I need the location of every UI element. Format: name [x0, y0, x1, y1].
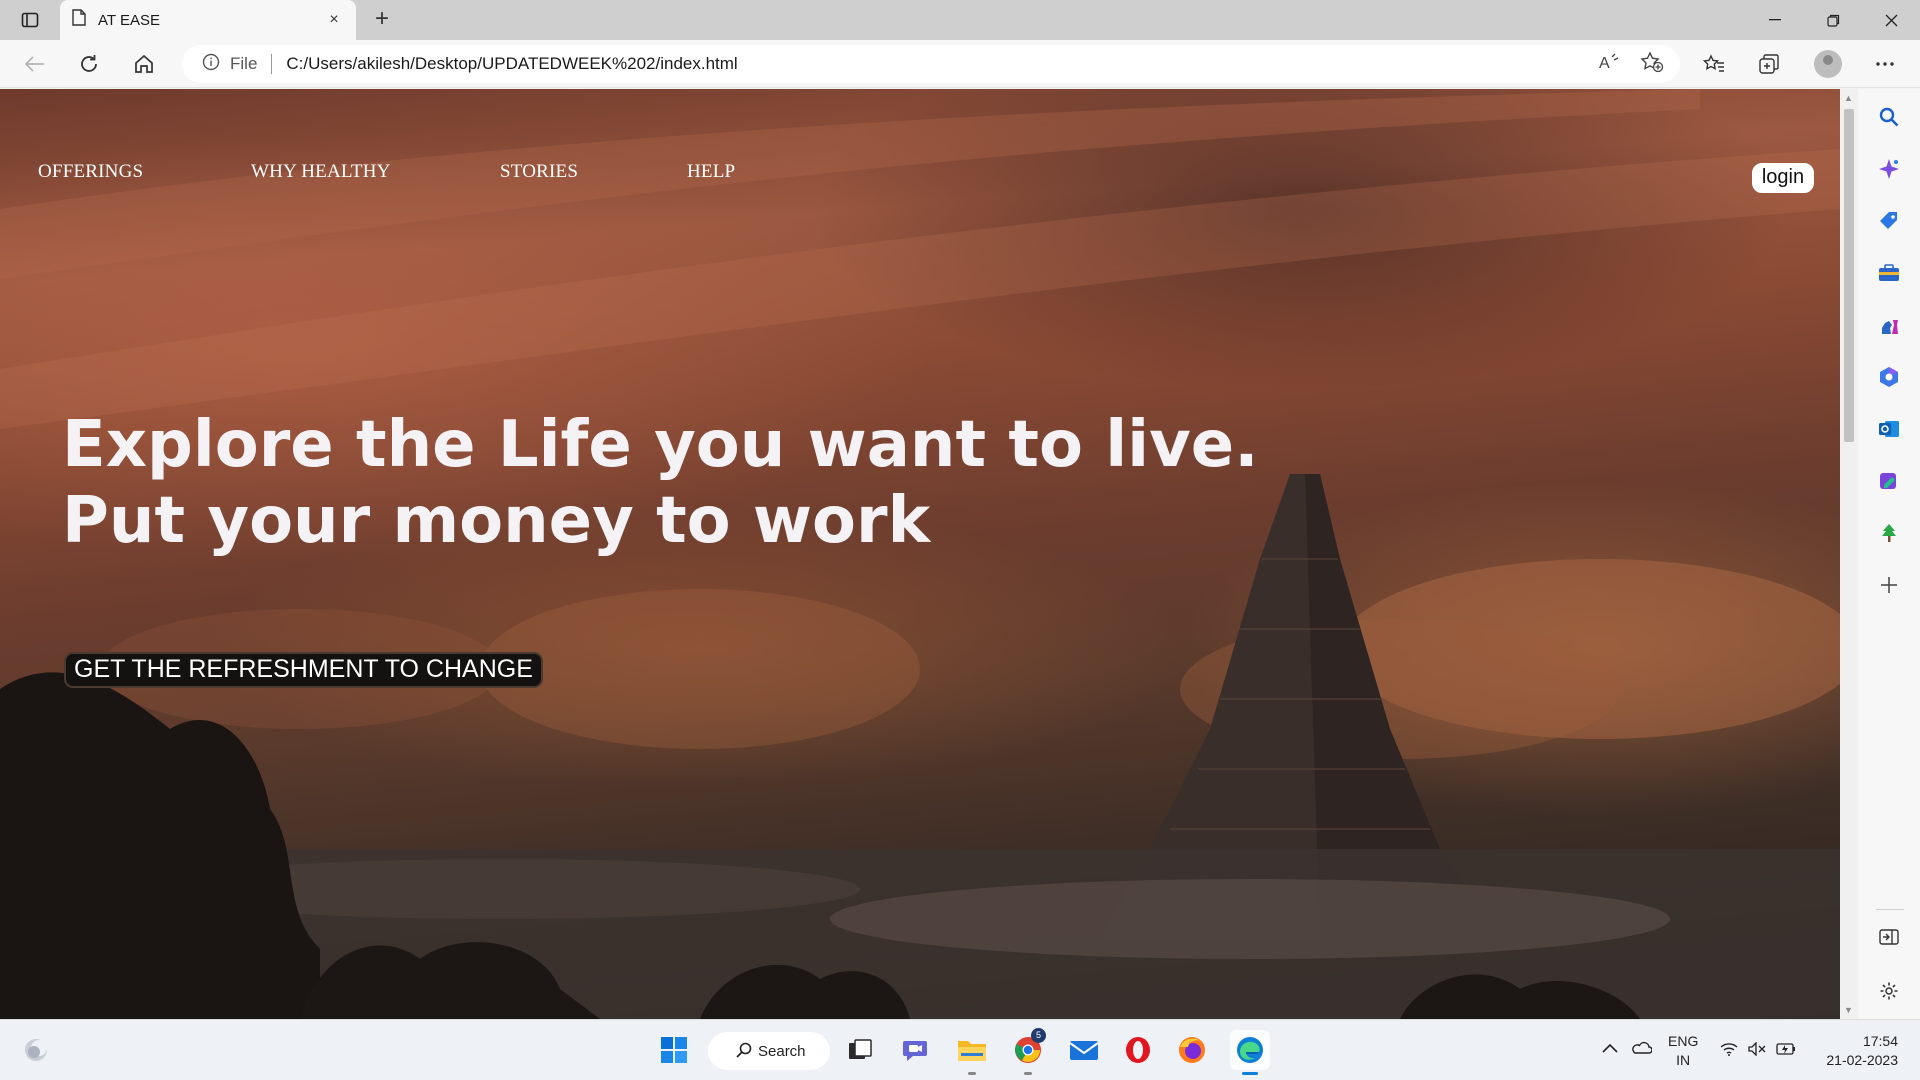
login-button[interactable]: login [1752, 163, 1814, 193]
copilot-sparkle-icon[interactable] [1877, 157, 1901, 181]
tab-actions-icon[interactable] [14, 8, 46, 32]
cta-button[interactable]: GET THE REFRESHMENT TO CHANGE [64, 652, 543, 688]
refresh-icon[interactable] [72, 48, 106, 80]
back-arrow-icon[interactable] [18, 48, 52, 80]
sidebar-divider [1876, 909, 1904, 910]
scrollbar-thumb[interactable] [1844, 109, 1854, 442]
more-options-icon[interactable] [1868, 48, 1902, 80]
wifi-icon[interactable] [1720, 1042, 1738, 1059]
designer-icon[interactable] [1877, 469, 1901, 493]
taskbar-search-label: Search [758, 1042, 806, 1060]
edge-active-indicator [1242, 1072, 1258, 1075]
browser-title-bar: AT EASE × + [0, 0, 1920, 40]
tools-briefcase-icon[interactable] [1877, 261, 1901, 285]
input-language[interactable]: ENG IN [1668, 1032, 1698, 1070]
battery-icon[interactable] [1776, 1042, 1796, 1059]
svg-text:A: A [1599, 55, 1610, 72]
close-tab-icon[interactable]: × [324, 11, 344, 29]
address-bar[interactable]: File C:/Users/akilesh/Desktop/UPDATEDWEE… [182, 45, 1680, 83]
page-scrollbar[interactable]: ▲ ▼ [1840, 89, 1858, 1019]
language-region: IN [1676, 1052, 1691, 1068]
chrome-running-indicator [1024, 1072, 1032, 1075]
home-icon[interactable] [127, 48, 161, 80]
nav-link-stories[interactable]: STORIES [500, 161, 578, 183]
chrome-notification-badge: 5 [1031, 1028, 1046, 1043]
collections-icon[interactable] [1752, 48, 1786, 80]
nav-link-help[interactable]: HELP [687, 161, 735, 183]
hero-headline: Explore the Life you want to live. Put y… [62, 407, 1259, 559]
clock-date: 21-02-2023 [1826, 1052, 1898, 1068]
page-icon [72, 9, 86, 31]
windows-taskbar: Search 5 ENG IN 17:54 21-02-2023 [0, 1019, 1920, 1080]
outlook-icon[interactable] [1877, 417, 1901, 441]
chrome-icon[interactable]: 5 [1012, 1028, 1046, 1066]
firefox-icon[interactable] [1176, 1034, 1208, 1066]
opera-icon[interactable] [1122, 1034, 1154, 1066]
mail-icon[interactable] [1068, 1034, 1100, 1066]
add-sidebar-app-icon[interactable] [1877, 573, 1901, 597]
shopping-tag-icon[interactable] [1877, 209, 1901, 233]
scroll-down-arrow-icon[interactable]: ▼ [1844, 1005, 1853, 1015]
games-chess-icon[interactable] [1877, 313, 1901, 337]
windows-start-icon[interactable] [658, 1034, 690, 1066]
file-explorer-running-indicator [968, 1072, 976, 1075]
widgets-weather-icon[interactable] [20, 1034, 52, 1066]
onedrive-cloud-icon[interactable] [1630, 1040, 1653, 1057]
address-separator [271, 54, 273, 74]
edge-sidebar [1858, 89, 1920, 1019]
browser-toolbar: File C:/Users/akilesh/Desktop/UPDATEDWEE… [0, 40, 1920, 88]
volume-muted-icon[interactable] [1748, 1041, 1766, 1059]
tab-title: AT EASE [98, 11, 160, 29]
teams-chat-icon[interactable] [900, 1034, 932, 1066]
restore-icon[interactable] [1804, 0, 1862, 40]
system-clock[interactable]: 17:54 21-02-2023 [1818, 1032, 1898, 1070]
file-explorer-icon[interactable] [956, 1034, 988, 1066]
search-icon[interactable] [1877, 105, 1901, 129]
hero-headline-line-2: Put your money to work [62, 484, 931, 558]
add-favorite-icon[interactable] [1640, 51, 1664, 78]
browser-tab-active[interactable]: AT EASE × [60, 0, 356, 40]
scheme-label: File [230, 54, 258, 73]
hero-headline-line-1: Explore the Life you want to live. [62, 408, 1259, 482]
new-tab-button[interactable]: + [368, 6, 396, 34]
search-magnifier-icon [736, 1042, 752, 1062]
favorites-icon[interactable] [1697, 48, 1731, 80]
read-aloud-icon[interactable]: A [1598, 51, 1620, 78]
clock-time: 17:54 [1862, 1033, 1898, 1049]
info-icon[interactable] [202, 53, 220, 76]
taskbar-search-box[interactable]: Search [708, 1032, 830, 1070]
task-view-icon[interactable] [844, 1034, 876, 1066]
microsoft-365-icon[interactable] [1877, 365, 1901, 389]
minimize-icon[interactable] [1746, 0, 1804, 40]
tree-icon[interactable] [1877, 521, 1901, 545]
hide-sidebar-icon[interactable] [1877, 925, 1901, 949]
page-viewport: OFFERINGS WHY HEALTHY STORIES HELP login… [0, 89, 1840, 1019]
edge-icon[interactable] [1230, 1030, 1270, 1070]
url-text[interactable]: C:/Users/akilesh/Desktop/UPDATEDWEEK%202… [286, 54, 737, 74]
language-code: ENG [1668, 1033, 1699, 1049]
profile-avatar[interactable] [1814, 50, 1842, 78]
nav-link-offerings[interactable]: OFFERINGS [38, 161, 143, 183]
settings-gear-icon[interactable] [1877, 979, 1901, 1003]
scroll-up-arrow-icon[interactable]: ▲ [1844, 93, 1853, 103]
close-window-icon[interactable] [1862, 0, 1920, 40]
nav-link-why-healthy[interactable]: WHY HEALTHY [251, 161, 391, 183]
show-hidden-icons-chevron-icon[interactable] [1602, 1040, 1618, 1056]
